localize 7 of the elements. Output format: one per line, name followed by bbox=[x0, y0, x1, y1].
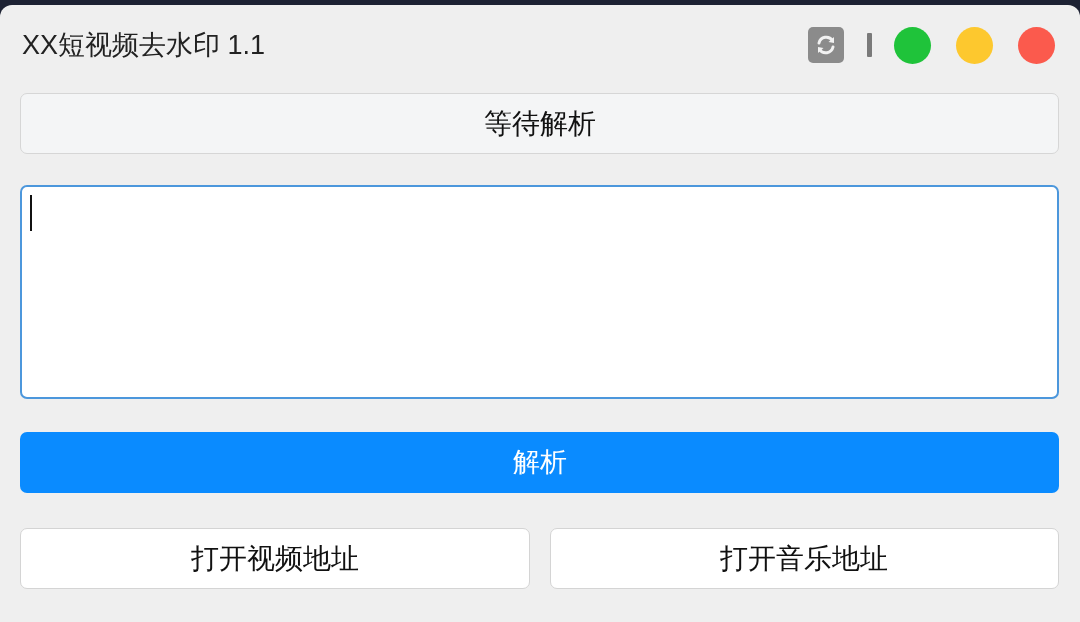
input-field[interactable] bbox=[20, 185, 1059, 399]
window-title: XX短视频去水印 1.1 bbox=[21, 31, 266, 59]
text-caret-icon bbox=[30, 195, 32, 231]
refresh-icon[interactable] bbox=[808, 27, 844, 63]
open-address-button[interactable]: 打开音乐地址 bbox=[549, 528, 1059, 589]
status-display: 等待解析 bbox=[20, 93, 1059, 154]
open-address-button[interactable]: 打开视频地址 bbox=[20, 528, 530, 589]
